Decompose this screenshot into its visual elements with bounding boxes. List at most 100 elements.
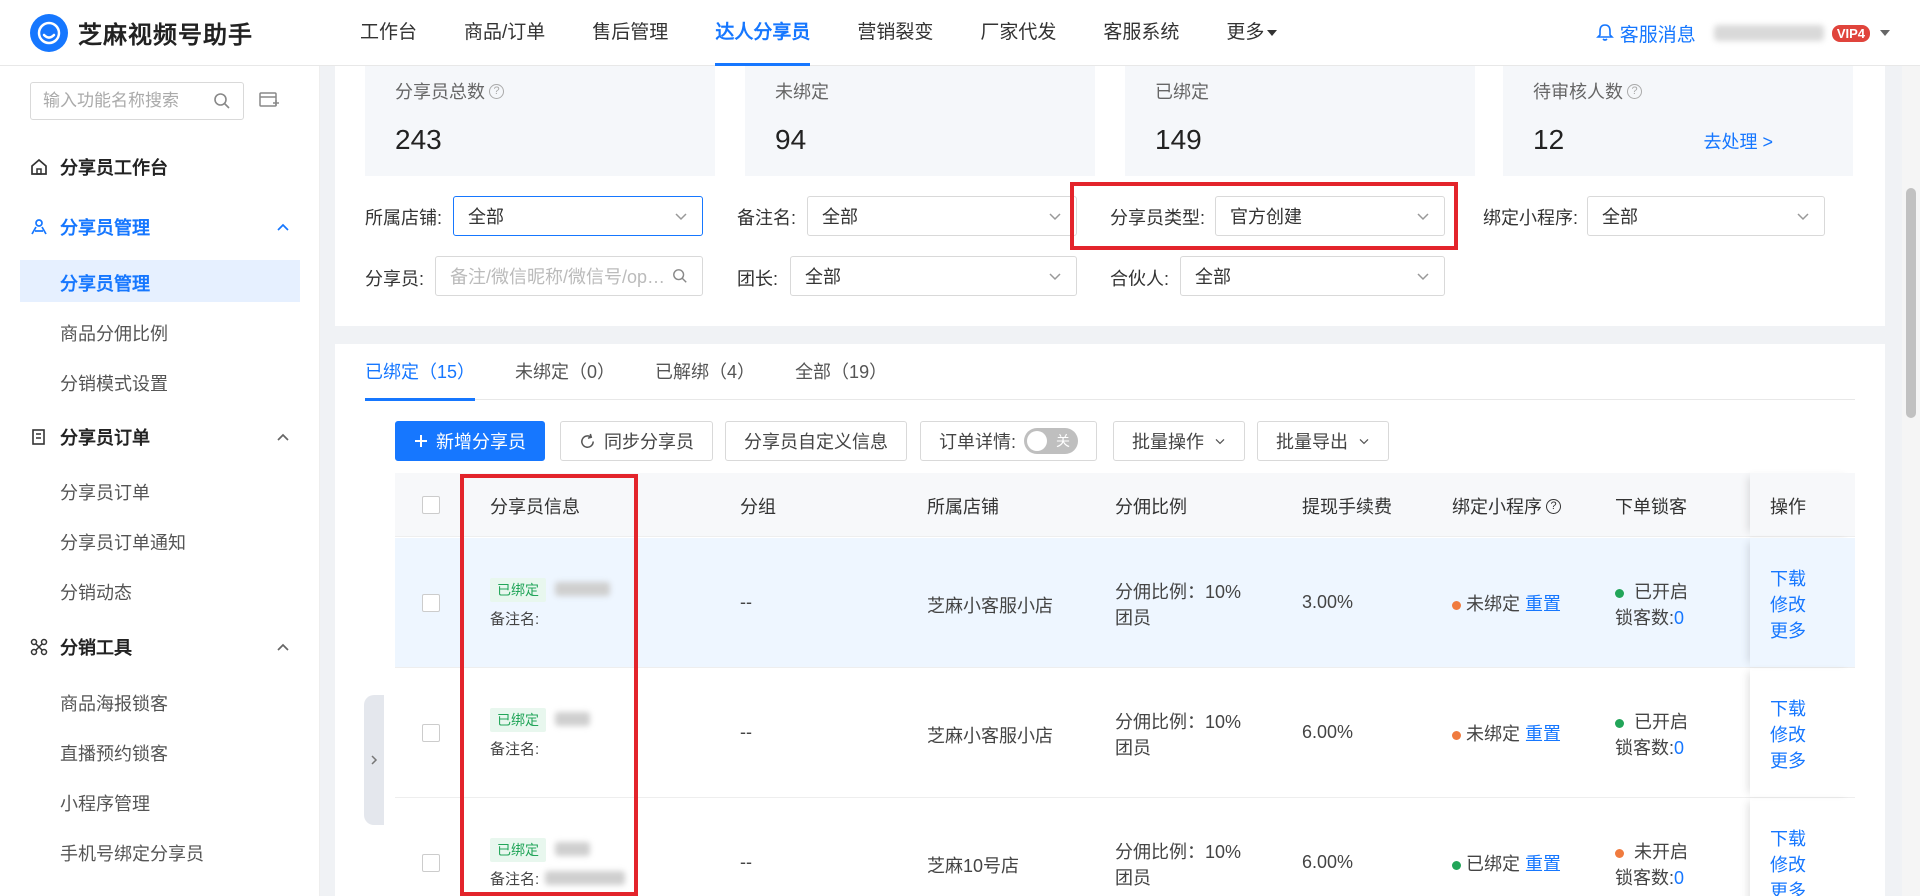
sidebar-group-sharer-orders[interactable]: 分享员订单 <box>30 424 290 450</box>
search-icon[interactable] <box>213 92 231 110</box>
nav-marketing[interactable]: 营销裂变 <box>857 0 933 66</box>
download-link[interactable]: 下载 <box>1770 565 1806 591</box>
sidebar-item-commission-ratio[interactable]: 商品分佣比例 <box>60 320 168 346</box>
custom-info-button[interactable]: 分享员自定义信息 <box>725 421 907 461</box>
partner-select[interactable]: 全部 <box>1180 256 1445 296</box>
ratio-cell: 分佣比例：10% <box>1115 842 1242 862</box>
help-icon[interactable]: ? <box>489 83 504 99</box>
sidebar-item-mini-program[interactable]: 小程序管理 <box>60 790 150 816</box>
remark-filter-label: 备注名: <box>737 208 797 228</box>
app-logo[interactable]: 芝麻视频号助手 <box>30 13 330 52</box>
status-dot <box>1452 600 1461 610</box>
chevron-down-icon <box>1049 213 1061 221</box>
col-mini-program: 绑定小程序? <box>1452 493 1561 519</box>
leader-select[interactable]: 全部 <box>790 256 1077 296</box>
status-dot <box>1615 718 1624 728</box>
edit-link[interactable]: 修改 <box>1770 591 1806 617</box>
nav-workbench[interactable]: 工作台 <box>360 0 417 66</box>
status-dot <box>1615 588 1624 598</box>
edit-link[interactable]: 修改 <box>1770 721 1806 747</box>
mini-program-select[interactable]: 全部 <box>1587 196 1825 236</box>
go-process-link[interactable]: 去处理 > <box>1703 128 1773 154</box>
stat-unbound: 未绑定 94 <box>745 66 1095 176</box>
operation-cell: 下载 修改 更多 <box>1750 668 1855 797</box>
chevron-down-icon <box>1215 438 1225 445</box>
sidebar-item-workbench[interactable]: 分享员工作台 <box>30 154 290 180</box>
lock-count-cell: 锁客数:0 <box>1615 608 1685 628</box>
sidebar-item-live-reserve-lock[interactable]: 直播预约锁客 <box>60 740 168 766</box>
download-link[interactable]: 下载 <box>1770 825 1806 851</box>
download-link[interactable]: 下载 <box>1770 695 1806 721</box>
lock-count-link[interactable]: 0 <box>1674 868 1684 888</box>
customer-message-link[interactable]: 客服消息 <box>1595 20 1696 47</box>
reset-link[interactable]: 重置 <box>1525 594 1561 614</box>
help-icon[interactable]: ? <box>1627 83 1642 99</box>
role-cell: 团员 <box>1115 868 1151 888</box>
tab-unbound-released[interactable]: 已解绑（4） <box>655 344 755 400</box>
tab-unbound[interactable]: 未绑定（0） <box>515 344 615 400</box>
stat-total-sharers: 分享员总数? 243 <box>365 66 715 176</box>
group-cell: -- <box>740 592 752 612</box>
more-link[interactable]: 更多 <box>1770 747 1806 773</box>
fee-cell: 6.00% <box>1302 722 1354 742</box>
mini-program-cell: 未绑定 重置 <box>1452 720 1561 746</box>
col-operation-wrap: 操作 <box>1750 473 1855 536</box>
lock-count-link[interactable]: 0 <box>1674 608 1684 628</box>
chevron-up-icon <box>277 643 289 651</box>
reset-link[interactable]: 重置 <box>1525 724 1561 744</box>
row-checkbox[interactable] <box>422 854 440 872</box>
batch-export-button[interactable]: 批量导出 <box>1257 421 1389 461</box>
sidebar-group-distribution-tools[interactable]: 分销工具 <box>30 634 290 660</box>
sidebar-item-distribution-news[interactable]: 分销动态 <box>60 579 132 605</box>
nav-goods-orders[interactable]: 商品/订单 <box>464 0 545 66</box>
col-lock: 下单锁客 <box>1615 497 1687 517</box>
batch-operation-button[interactable]: 批量操作 <box>1113 421 1245 461</box>
select-all-checkbox[interactable] <box>422 496 440 514</box>
menu-settings-icon[interactable] <box>258 90 280 110</box>
user-menu-caret-icon[interactable] <box>1880 30 1890 36</box>
sidebar-item-sharer-orders[interactable]: 分享员订单 <box>60 479 150 505</box>
add-sharer-button[interactable]: 新增分享员 <box>395 421 545 461</box>
mini-program-cell: 未绑定 重置 <box>1452 590 1561 616</box>
scrollbar-thumb[interactable] <box>1906 188 1916 418</box>
plus-icon <box>415 435 427 447</box>
more-link[interactable]: 更多 <box>1770 617 1806 643</box>
nav-more[interactable]: 更多 <box>1226 0 1278 66</box>
store-select[interactable]: 全部 <box>453 196 703 236</box>
role-cell: 团员 <box>1115 738 1151 758</box>
edit-link[interactable]: 修改 <box>1770 851 1806 877</box>
sidebar-item-sharer-management[interactable]: 分享员管理 <box>20 260 300 302</box>
tab-bound[interactable]: 已绑定（15） <box>365 344 476 401</box>
sidebar-item-poster-lock[interactable]: 商品海报锁客 <box>60 690 168 716</box>
sidebar-search-input[interactable] <box>43 91 203 111</box>
chevron-down-icon <box>1359 438 1369 445</box>
nav-sharers[interactable]: 达人分享员 <box>715 0 811 66</box>
stat-bound: 已绑定 149 <box>1125 66 1475 176</box>
col-group: 分组 <box>740 497 776 517</box>
page-scrollbar[interactable] <box>1902 66 1920 896</box>
sidebar-item-order-notify[interactable]: 分享员订单通知 <box>60 529 186 555</box>
ratio-cell: 分佣比例：10% <box>1115 582 1242 602</box>
lock-count-link[interactable]: 0 <box>1674 738 1684 758</box>
more-link[interactable]: 更多 <box>1770 877 1806 896</box>
sidebar-item-distribution-mode[interactable]: 分销模式设置 <box>60 370 168 396</box>
row-checkbox[interactable] <box>422 594 440 612</box>
help-icon[interactable]: ? <box>1546 498 1561 514</box>
collapse-sidebar-handle[interactable] <box>364 695 384 825</box>
status-dot <box>1452 730 1461 740</box>
mini-program-filter-label: 绑定小程序: <box>1483 208 1579 228</box>
user-name-blurred[interactable] <box>1713 25 1824 41</box>
nav-customer-service[interactable]: 客服系统 <box>1103 0 1179 66</box>
nav-dropship[interactable]: 厂家代发 <box>980 0 1056 66</box>
sync-sharer-button[interactable]: 同步分享员 <box>560 421 713 461</box>
nav-after-sales[interactable]: 售后管理 <box>592 0 668 66</box>
store-cell: 芝麻10号店 <box>927 856 1020 876</box>
order-detail-toggle[interactable]: 关 <box>1024 428 1079 454</box>
tab-all[interactable]: 全部（19） <box>795 344 887 400</box>
sharer-search-input[interactable]: 备注/微信昵称/微信号/op… <box>435 256 703 296</box>
sidebar-group-sharer-management[interactable]: 分享员管理 <box>30 214 290 240</box>
reset-link[interactable]: 重置 <box>1525 854 1561 874</box>
row-checkbox[interactable] <box>422 724 440 742</box>
sidebar-item-phone-bind[interactable]: 手机号绑定分享员 <box>60 840 204 866</box>
remark-select[interactable]: 全部 <box>807 196 1077 236</box>
